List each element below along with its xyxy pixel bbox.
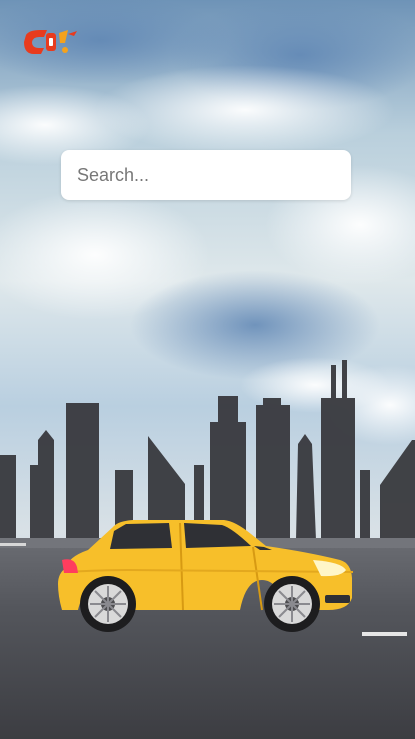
cab-logo-icon [24, 30, 77, 54]
app-screen [0, 0, 415, 739]
search-input[interactable] [61, 150, 351, 200]
yellow-car-icon [58, 520, 354, 632]
search-box[interactable] [61, 150, 351, 200]
